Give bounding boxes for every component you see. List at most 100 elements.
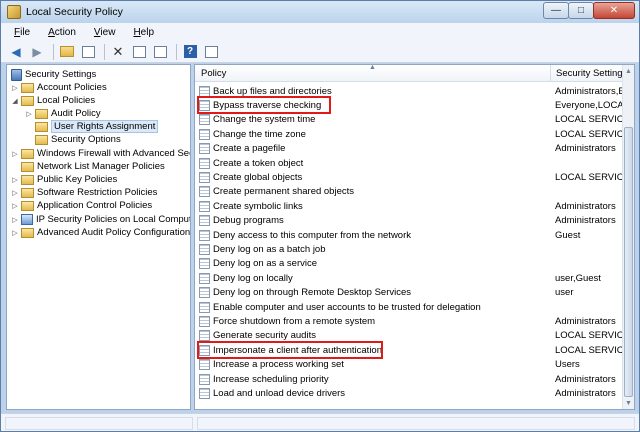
scroll-down-arrow-icon[interactable]: ▼: [623, 397, 634, 409]
policy-row[interactable]: Create global objects LOCAL SERVICE,: [195, 170, 625, 184]
forward-button[interactable]: ▶: [28, 43, 46, 61]
maximize-button[interactable]: □: [568, 2, 594, 19]
policy-row[interactable]: Create symbolic links Administrators: [195, 199, 623, 213]
policy-row[interactable]: Deny log on as a batch job: [195, 242, 623, 256]
policy-name: Generate security audits: [213, 330, 316, 342]
policy-row[interactable]: Generate security audits LOCAL SERVICE,: [195, 329, 625, 343]
list-header: Policy ▲ Security Setting: [195, 65, 623, 82]
policy-name: Load and unload device drivers: [213, 388, 346, 400]
show-action-pane-button[interactable]: [202, 43, 220, 61]
expand-arrow-icon[interactable]: ▷: [25, 110, 33, 118]
column-header-security-setting[interactable]: Security Setting: [552, 65, 632, 82]
tree-item-account-policies[interactable]: ▷ Account Policies: [11, 81, 106, 94]
tree-item-advanced-audit-policy[interactable]: ▷ Advanced Audit Policy Configuration: [11, 226, 190, 239]
expand-arrow-icon[interactable]: ▷: [11, 202, 19, 210]
delete-button[interactable]: ✕: [109, 43, 127, 61]
tree-item-windows-firewall[interactable]: ▷ Windows Firewall with Advanced Secu: [11, 147, 190, 160]
expand-arrow-icon[interactable]: ▷: [11, 229, 19, 237]
policy-row[interactable]: Bypass traverse checking Everyone,LOCAL: [195, 98, 625, 112]
folder-icon: [21, 200, 34, 211]
policy-security-setting: Administrators: [555, 316, 616, 328]
policy-security-setting: user,Guest: [555, 272, 601, 284]
menu-file[interactable]: File: [5, 27, 39, 38]
policy-name: Deny access to this computer from the ne…: [213, 229, 411, 241]
policy-row[interactable]: Deny log on locally user,Guest: [195, 271, 623, 285]
tree-item-local-policies[interactable]: ◢ Local Policies: [11, 94, 95, 107]
policy-row[interactable]: Back up files and directories Administrat…: [195, 84, 625, 98]
policy-name: Deny log on as a service: [213, 258, 318, 270]
delete-icon: ✕: [112, 43, 124, 59]
toolbar: ◀ ▶ ✕ ?: [1, 41, 639, 63]
export-list-button[interactable]: [151, 43, 169, 61]
collapse-arrow-icon[interactable]: ◢: [11, 97, 19, 105]
policy-setting-icon: [199, 258, 210, 270]
policy-security-setting: Administrators: [555, 388, 616, 400]
tree-item-network-list-manager[interactable]: Network List Manager Policies: [11, 160, 165, 173]
show-hide-tree-button[interactable]: [79, 43, 97, 61]
expand-arrow-icon[interactable]: ▷: [11, 189, 19, 197]
policy-setting-icon: [199, 301, 210, 313]
up-one-level-button[interactable]: [58, 43, 76, 61]
policy-row[interactable]: Create a pagefile Administrators: [195, 142, 623, 156]
policy-row[interactable]: Change the system time LOCAL SERVICE,: [195, 113, 625, 127]
toolbar-separator: [104, 43, 105, 60]
policy-setting-icon: [199, 172, 210, 184]
help-button[interactable]: ?: [181, 43, 199, 61]
policy-setting-icon: [199, 373, 210, 385]
menu-view[interactable]: View: [85, 27, 125, 38]
menu-action[interactable]: Action: [39, 27, 85, 38]
policy-row[interactable]: Increase scheduling priority Administrato…: [195, 372, 623, 386]
policy-security-setting: Users: [555, 359, 580, 371]
policy-security-setting: Everyone,LOCAL: [555, 100, 625, 112]
policy-row[interactable]: Increase a process working set Users: [195, 358, 623, 372]
window-title: Local Security Policy: [26, 6, 123, 18]
minimize-button[interactable]: —: [543, 2, 569, 19]
tree-item-application-control[interactable]: ▷ Application Control Policies: [11, 199, 152, 212]
policy-security-setting: Administrators: [555, 215, 616, 227]
policy-row[interactable]: Load and unload device drivers Administra…: [195, 386, 623, 400]
title-bar[interactable]: Local Security Policy — □ ✕: [1, 1, 639, 23]
console-tree[interactable]: Security Settings ▷ Account Policies ◢ L…: [6, 64, 191, 410]
close-button[interactable]: ✕: [593, 2, 635, 19]
tree-root-security-settings[interactable]: Security Settings: [11, 68, 96, 81]
tree-item-security-options[interactable]: Security Options: [25, 133, 121, 146]
policy-security-setting: LOCAL SERVICE,: [555, 128, 625, 140]
menu-help[interactable]: Help: [124, 27, 163, 38]
policy-setting-icon: [199, 186, 210, 198]
back-arrow-icon: ◀: [11, 44, 21, 59]
column-header-policy-label: Policy: [201, 68, 227, 79]
expand-arrow-icon[interactable]: ▷: [11, 150, 19, 158]
policy-list-pane[interactable]: Policy ▲ Security Setting Back up files …: [194, 64, 635, 410]
scroll-thumb[interactable]: [624, 127, 633, 397]
policy-name: Increase a process working set: [213, 359, 344, 371]
policy-row[interactable]: Create permanent shared objects: [195, 185, 623, 199]
expand-arrow-icon[interactable]: ▷: [11, 176, 19, 184]
vertical-scrollbar[interactable]: ▲ ▼: [622, 65, 634, 409]
policy-row[interactable]: Create a token object: [195, 156, 623, 170]
policy-row[interactable]: Deny access to this computer from the ne…: [195, 228, 623, 242]
policy-row[interactable]: Force shutdown from a remote system Admin…: [195, 314, 623, 328]
folder-icon: [21, 95, 34, 106]
policy-row[interactable]: Impersonate a client after authenticatio…: [195, 343, 625, 357]
tree-item-software-restriction[interactable]: ▷ Software Restriction Policies: [11, 186, 157, 199]
policy-row[interactable]: Change the time zone LOCAL SERVICE,: [195, 127, 625, 141]
policy-row[interactable]: Deny log on through Remote Desktop Servi…: [195, 286, 623, 300]
tree-item-ip-security-policies[interactable]: ▷ IP Security Policies on Local Compute: [11, 213, 190, 226]
scroll-up-arrow-icon[interactable]: ▲: [623, 65, 634, 77]
policy-row[interactable]: Debug programs Administrators: [195, 214, 623, 228]
column-header-policy[interactable]: Policy ▲: [195, 65, 551, 82]
properties-button[interactable]: [130, 43, 148, 61]
tree-item-public-key-policies[interactable]: ▷ Public Key Policies: [11, 173, 117, 186]
expand-arrow-icon[interactable]: ▷: [11, 216, 19, 224]
policy-row[interactable]: Deny log on as a service: [195, 257, 623, 271]
back-button[interactable]: ◀: [7, 43, 25, 61]
security-policy-app-icon: [7, 5, 21, 19]
tree-item-user-rights-assignment[interactable]: User Rights Assignment: [25, 120, 159, 133]
expand-arrow-icon[interactable]: ▷: [11, 84, 19, 92]
folder-icon: [21, 187, 34, 198]
policy-row[interactable]: Enable computer and user accounts to be …: [195, 300, 623, 314]
policy-security-setting: Administrators: [555, 373, 616, 385]
policy-security-setting: LOCAL SERVICE,: [555, 114, 625, 126]
policy-security-setting: LOCAL SERVICE,: [555, 344, 625, 356]
tree-item-audit-policy[interactable]: ▷ Audit Policy: [25, 107, 100, 120]
